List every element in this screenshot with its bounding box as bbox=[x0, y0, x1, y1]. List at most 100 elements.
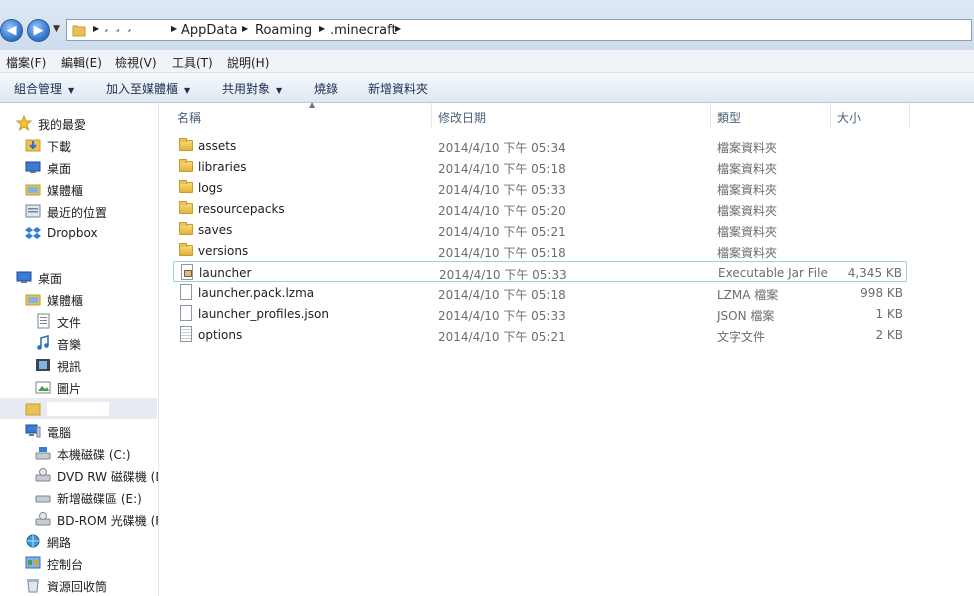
file-icon bbox=[180, 284, 192, 300]
nav-favorites-label: 我的最愛 bbox=[38, 118, 87, 132]
new-folder-button[interactable]: 新增資料夾 bbox=[368, 80, 428, 97]
chevron-down-icon: ▼ bbox=[276, 86, 283, 95]
breadcrumb-arrow-icon[interactable]: ▶ bbox=[395, 24, 401, 33]
nav-drive-c-label: 本機磁碟 (C:) bbox=[57, 448, 131, 462]
desktop-icon bbox=[16, 271, 32, 283]
file-date: 2014/4/10 下午 05:20 bbox=[438, 204, 566, 218]
file-name: launcher.pack.lzma bbox=[198, 286, 315, 300]
music-icon bbox=[37, 335, 49, 350]
menu-edit[interactable]: 編輯(E) bbox=[61, 54, 102, 71]
nav-libraries-favorite-label: 媒體櫃 bbox=[47, 184, 84, 198]
recycle-bin-icon bbox=[27, 579, 39, 593]
text-file-icon bbox=[180, 326, 192, 342]
redacted-username bbox=[47, 402, 109, 416]
file-date: 2014/4/10 下午 05:21 bbox=[438, 330, 566, 344]
sort-ascending-icon: ▲ bbox=[309, 100, 316, 109]
user-folder-icon bbox=[25, 403, 41, 416]
breadcrumb-user-redacted[interactable]: ¸¸¸ bbox=[103, 24, 169, 37]
column-header-type[interactable]: 類型 bbox=[711, 103, 831, 128]
forward-button[interactable]: ▶ bbox=[27, 19, 50, 42]
folder-icon bbox=[179, 159, 193, 172]
file-row[interactable]: libraries 2014/4/10 下午 05:18 檔案資料夾 bbox=[173, 156, 907, 177]
folder-icon bbox=[72, 25, 86, 37]
file-type: 檔案資料夾 bbox=[717, 183, 778, 197]
organize-button[interactable]: 組合管理 ▼ bbox=[14, 80, 74, 97]
column-header-size[interactable]: 大小 bbox=[831, 103, 910, 128]
file-type: 檔案資料夾 bbox=[717, 246, 778, 260]
file-date: 2014/4/10 下午 05:33 bbox=[438, 183, 566, 197]
file-type: 檔案資料夾 bbox=[717, 162, 778, 176]
share-with-button[interactable]: 共用對象 ▼ bbox=[222, 80, 282, 97]
back-button[interactable]: ◀ bbox=[0, 19, 23, 42]
folder-icon bbox=[179, 138, 193, 151]
breadcrumb-roaming[interactable]: Roaming bbox=[255, 23, 312, 38]
column-size-label: 大小 bbox=[837, 111, 862, 125]
breadcrumb-appdata[interactable]: AppData bbox=[181, 23, 237, 38]
forward-arrow-icon: ▶ bbox=[33, 23, 44, 38]
column-type-label: 類型 bbox=[717, 111, 742, 125]
nav-pictures-label: 圖片 bbox=[57, 382, 82, 396]
navigation-pane: 我的最愛 下載 桌面 媒體櫃 最近的位置 Dropbox 桌面 媒體櫃 文件 音… bbox=[0, 103, 159, 596]
breadcrumb-arrow-icon[interactable]: ▶ bbox=[242, 24, 248, 33]
include-in-library-label: 加入至媒體櫃 bbox=[106, 82, 179, 96]
column-header-date[interactable]: 修改日期 bbox=[432, 103, 711, 128]
address-box[interactable]: ▶ ¸¸¸ ▶ AppData ▶ Roaming ▶ .minecraft ▶ bbox=[66, 19, 972, 41]
file-type: 檔案資料夾 bbox=[717, 225, 778, 239]
file-name: resourcepacks bbox=[198, 202, 285, 216]
file-row[interactable]: launcher 2014/4/10 下午 05:33 Executable Jar… bbox=[173, 261, 907, 282]
file-row[interactable]: options 2014/4/10 下午 05:21 文字文件 2 KB bbox=[173, 324, 907, 345]
file-row[interactable]: resourcepacks 2014/4/10 下午 05:20 檔案資料夾 bbox=[173, 198, 907, 219]
menu-help[interactable]: 說明(H) bbox=[227, 54, 269, 71]
documents-icon bbox=[37, 313, 50, 329]
menu-view[interactable]: 檢視(V) bbox=[115, 54, 157, 71]
nav-drive-bd-label: BD-ROM 光碟機 (F bbox=[57, 514, 159, 528]
breadcrumb-arrow-icon[interactable]: ▶ bbox=[319, 24, 325, 33]
organize-label: 組合管理 bbox=[14, 82, 63, 96]
file-row[interactable]: launcher_profiles.json 2014/4/10 下午 05:33… bbox=[173, 303, 907, 324]
file-icon bbox=[180, 305, 192, 321]
video-icon bbox=[36, 359, 50, 371]
chevron-down-icon: ▼ bbox=[68, 86, 75, 95]
file-row[interactable]: versions 2014/4/10 下午 05:18 檔案資料夾 bbox=[173, 240, 907, 261]
menu-bar: 檔案(F) 編輯(E) 檢視(V) 工具(T) 說明(H) bbox=[0, 50, 974, 73]
file-name: launcher_profiles.json bbox=[198, 307, 329, 321]
hard-drive-icon bbox=[35, 447, 51, 460]
file-row[interactable]: logs 2014/4/10 下午 05:33 檔案資料夾 bbox=[173, 177, 907, 198]
chevron-down-icon: ▼ bbox=[184, 86, 191, 95]
computer-icon bbox=[25, 424, 41, 438]
nav-recycle-bin-label: 資源回收筒 bbox=[47, 580, 108, 594]
column-header-row: 名稱 ▲ 修改日期 類型 大小 bbox=[159, 100, 974, 128]
nav-music-label: 音樂 bbox=[57, 338, 82, 352]
command-bar: 組合管理 ▼ 加入至媒體櫃 ▼ 共用對象 ▼ 燒錄 新增資料夾 bbox=[0, 73, 974, 103]
menu-file[interactable]: 檔案(F) bbox=[6, 54, 46, 71]
nav-control-panel-label: 控制台 bbox=[47, 558, 84, 572]
nav-computer-label: 電腦 bbox=[47, 426, 72, 440]
nav-libraries-label: 媒體櫃 bbox=[47, 294, 84, 308]
file-type: 檔案資料夾 bbox=[717, 204, 778, 218]
share-with-label: 共用對象 bbox=[222, 82, 271, 96]
breadcrumb-minecraft[interactable]: .minecraft bbox=[330, 23, 397, 38]
file-row[interactable]: assets 2014/4/10 下午 05:34 檔案資料夾 bbox=[173, 135, 907, 156]
nav-drive-e-label: 新增磁碟區 (E:) bbox=[57, 492, 142, 506]
burn-button[interactable]: 燒錄 bbox=[314, 80, 338, 97]
column-header-name[interactable]: 名稱 ▲ bbox=[171, 100, 432, 128]
file-name: libraries bbox=[198, 160, 247, 174]
file-name: logs bbox=[198, 181, 223, 195]
pictures-icon bbox=[35, 381, 51, 394]
back-arrow-icon: ◀ bbox=[6, 23, 17, 38]
breadcrumb-arrow-icon[interactable]: ▶ bbox=[171, 24, 177, 33]
file-date: 2014/4/10 下午 05:18 bbox=[438, 288, 566, 302]
column-date-label: 修改日期 bbox=[438, 111, 487, 125]
folder-icon bbox=[179, 180, 193, 193]
nav-desktop-label: 桌面 bbox=[38, 272, 63, 286]
file-date: 2014/4/10 下午 05:18 bbox=[438, 246, 566, 260]
include-in-library-button[interactable]: 加入至媒體櫃 ▼ bbox=[106, 80, 190, 97]
file-date: 2014/4/10 下午 05:18 bbox=[438, 162, 566, 176]
nav-drive-dvd-label: DVD RW 磁碟機 (D bbox=[57, 470, 159, 484]
folder-icon bbox=[179, 201, 193, 214]
breadcrumb-arrow-icon[interactable]: ▶ bbox=[93, 24, 99, 33]
file-row[interactable]: launcher.pack.lzma 2014/4/10 下午 05:18 LZMA… bbox=[173, 282, 907, 303]
recent-locations-dropdown[interactable]: ▼ bbox=[53, 24, 60, 34]
menu-tools[interactable]: 工具(T) bbox=[172, 54, 213, 71]
file-row[interactable]: saves 2014/4/10 下午 05:21 檔案資料夾 bbox=[173, 219, 907, 240]
